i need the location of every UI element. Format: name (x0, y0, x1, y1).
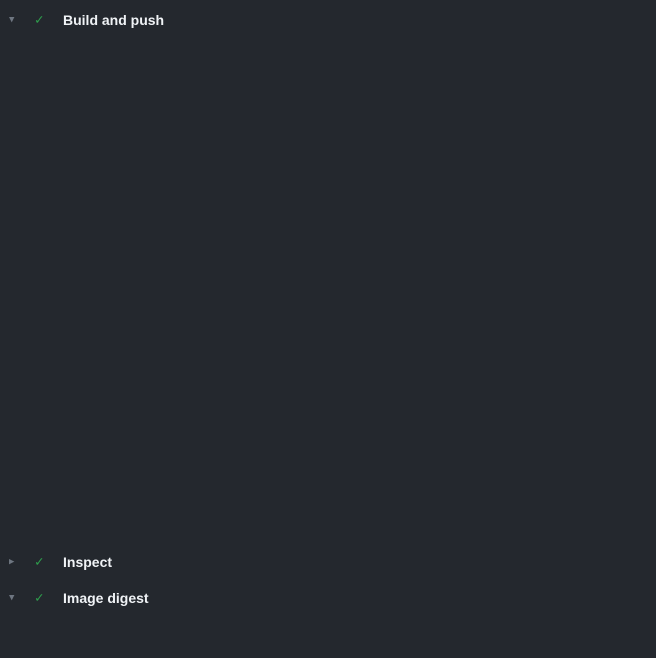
log-line: 35 #4 unpacking docker.io/library/alpine… (0, 434, 656, 452)
log-line: 16 🏃 Starting build... (0, 92, 656, 110)
log-line: 31 #4 sha256:a15790640a6690aa1730c38cf0a… (0, 362, 656, 380)
log-line: 17 /usr/bin/docker buildx build --tag lo… (0, 110, 656, 128)
section-header-inspect[interactable]: ▶ ✓ Inspect (0, 548, 656, 576)
section-title: Build and push (63, 12, 164, 28)
log-line: 18 #2 [internal] load build definition f… (0, 128, 656, 146)
log-line: 19 #2 transferring dockerfile: 74B 0.0s … (0, 146, 656, 164)
log-line: 34 #4 sha256:185518070891758909c9f839cf4… (0, 416, 656, 434)
log-line: 23 #1 transferring context: 2B 0.0s done (0, 218, 656, 236)
check-icon: ✓ (35, 6, 63, 34)
check-icon: ✓ (35, 584, 63, 612)
log-section-image-digest: ▼ ✓ Image digest 1 ▶ Run echo sha256:e7f… (0, 584, 656, 652)
log-line: 27 #3 DONE 0.4s (0, 290, 656, 308)
chevron-down-icon[interactable]: ▼ (9, 6, 35, 34)
log-line: 36 #4 unpacking docker.io/library/alpine… (0, 452, 656, 470)
log-lines: 1 ▶ Run ./ 14 📌 Using builder instance b… (0, 38, 656, 542)
log-line: 28 (0, 308, 656, 326)
log-line: 4 sha256:e7ff8834a5963a2785c5a0811e979d1… (0, 634, 656, 652)
log-line: 30 #4 resolve docker.io/library/alpine@s… (0, 344, 656, 362)
log-line: 22 #1 [internal] load .dockerignore (0, 200, 656, 218)
log-line: 29 #4 [1/2] FROM docker.io/library/alpin… (0, 326, 656, 344)
log-line: 38 (0, 488, 656, 506)
log-section-inspect: ▶ ✓ Inspect (0, 548, 656, 576)
log-lines: 1 ▶ Run echo sha256:e7ff8834a5963a2785c5… (0, 616, 656, 652)
log-line: 37 #4 DONE 0.4s (0, 470, 656, 488)
log-line: 40 #5 0.060 Hello world! (0, 524, 656, 542)
log-line: 20 #2 DONE 0.0s (0, 164, 656, 182)
log-line: 32 #4 sha256:df20fa9351a15782c64e6dddb2d… (0, 380, 656, 398)
log-line: 21 (0, 182, 656, 200)
log-line: 39 #5 [2/2] RUN echo "Hello world!" (0, 506, 656, 524)
section-header-build-and-push[interactable]: ▼ ✓ Build and push (0, 6, 656, 34)
log-line: 24 #1 DONE 0.0s (0, 236, 656, 254)
actions-log-viewer: ▼ ✓ Build and push 1 ▶ Run ./ 14 📌 Using… (0, 0, 656, 658)
log-section-build-and-push: ▼ ✓ Build and push 1 ▶ Run ./ 14 📌 Using… (0, 6, 656, 542)
log-line: 33 #4 sha256:a24bb4013296f61e89ba57005a7… (0, 398, 656, 416)
chevron-down-icon[interactable]: ▼ (9, 584, 35, 612)
log-line: 14 📌 Using builder instance builder-sing… (0, 56, 656, 74)
log-line: 26 #3 [internal] load metadata for docke… (0, 272, 656, 290)
log-line: 1 ▶ Run ./ (0, 38, 656, 56)
section-title: Image digest (63, 590, 149, 606)
check-icon: ✓ (35, 548, 63, 576)
log-line: 25 (0, 254, 656, 272)
section-title: Inspect (63, 554, 112, 570)
log-line: 1 ▶ Run echo sha256:e7ff8834a5963a2785c5… (0, 616, 656, 634)
log-line: 15 /usr/bin/docker buildx use --builder … (0, 74, 656, 92)
section-header-image-digest[interactable]: ▼ ✓ Image digest (0, 584, 656, 612)
chevron-right-icon[interactable]: ▶ (9, 548, 35, 576)
